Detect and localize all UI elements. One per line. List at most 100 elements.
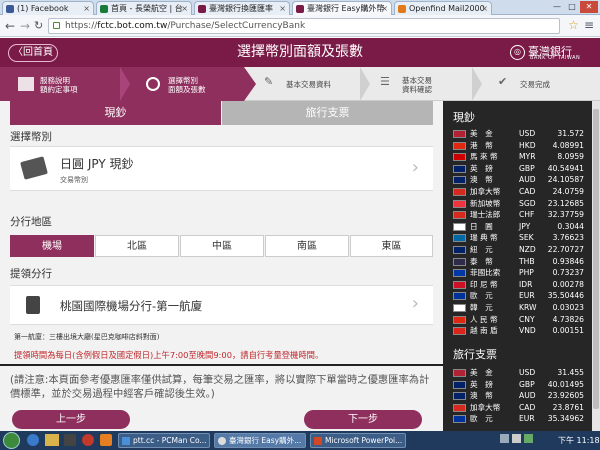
browser-tab-rates[interactable]: 臺灣銀行換匯匯率 × bbox=[194, 1, 290, 15]
facebook-icon bbox=[6, 5, 14, 13]
volume-icon[interactable] bbox=[512, 434, 521, 443]
rate-value: 32.37759 bbox=[547, 210, 584, 220]
region-airport[interactable]: 機場 bbox=[10, 235, 94, 257]
flag-icon bbox=[453, 304, 466, 312]
currency-sub-label: 交易幣別 bbox=[60, 176, 88, 184]
currency-name: 韓 元 bbox=[470, 303, 493, 312]
tab-label: 首頁 - 長榮航空 | 台 bbox=[111, 4, 183, 13]
media-icon[interactable] bbox=[64, 434, 76, 446]
rate-value: 0.00151 bbox=[552, 326, 584, 336]
close-tab-icon[interactable]: × bbox=[83, 2, 90, 15]
close-tab-icon[interactable]: × bbox=[181, 2, 188, 15]
step-basic: ✎ 基本交易資料 bbox=[264, 67, 360, 101]
rate-value: 40.54941 bbox=[547, 163, 584, 173]
close-tab-icon[interactable]: × bbox=[481, 2, 488, 15]
tab-label: 臺灣銀行換匯匯率 bbox=[209, 4, 273, 13]
browser-tab-facebook[interactable]: (1) Facebook × bbox=[2, 1, 94, 15]
browser-tab-mail[interactable]: Openfind Mail2000 × bbox=[394, 1, 492, 15]
start-button[interactable] bbox=[3, 432, 20, 449]
minimize-button[interactable]: — bbox=[550, 1, 564, 13]
currency-name: 港 幣 bbox=[470, 140, 493, 150]
pcman-icon bbox=[122, 437, 130, 445]
url-input[interactable]: https://fctc.bot.com.tw/Purchase/SelectC… bbox=[48, 18, 560, 34]
browser-tab-easy[interactable]: 臺灣銀行 Easy購外幣 × bbox=[292, 1, 392, 15]
rate-value: 23.92605 bbox=[547, 391, 584, 401]
scrollbar-thumb[interactable] bbox=[593, 109, 599, 409]
flag-icon bbox=[453, 141, 466, 150]
region-east[interactable]: 東區 bbox=[350, 235, 433, 257]
rate-value: 0.93846 bbox=[552, 256, 584, 266]
currency-name: 加拿大幣 bbox=[470, 402, 501, 412]
rate-row: 菲國比索 PHP 0.73237 bbox=[443, 267, 592, 279]
taskbar-label: ptt.cc - PCMan Co... bbox=[133, 436, 207, 445]
check-icon: ✔ bbox=[498, 75, 508, 88]
rate-row: 加拿大幣 CAD 23.8761 bbox=[443, 402, 592, 414]
tray-icon[interactable] bbox=[524, 434, 533, 443]
branch-selector[interactable]: 桃園國際機場分行-第一航廈 › bbox=[10, 285, 433, 325]
currency-name: 菲國比索 bbox=[470, 268, 501, 278]
taskbar-item-pcman[interactable]: ptt.cc - PCMan Co... bbox=[118, 433, 210, 448]
rate-value: 40.01495 bbox=[547, 379, 584, 389]
currency-name: 美 金 bbox=[470, 368, 493, 377]
currency-selector[interactable]: 日圓 JPY 現鈔 交易幣別 › bbox=[10, 146, 433, 191]
close-tab-icon[interactable]: × bbox=[279, 2, 286, 15]
currency-name: 日 圓 bbox=[470, 221, 493, 231]
currency-name: 美 金 bbox=[470, 129, 493, 138]
folder-icon[interactable] bbox=[45, 434, 59, 446]
taskbar-item-browser[interactable]: 臺灣銀行 Easy購外... bbox=[214, 433, 306, 448]
rate-row: 泰 幣 THB 0.93846 bbox=[443, 256, 592, 268]
rate-row: 美 金 USD 31.572 bbox=[443, 128, 592, 140]
back-icon[interactable]: ← bbox=[5, 19, 15, 33]
previous-step-button[interactable]: 上一步 bbox=[12, 410, 130, 429]
rate-row: 歐 元 EUR 35.34962 bbox=[443, 413, 592, 425]
step-label: 資料確認 bbox=[402, 85, 432, 94]
app-icon[interactable] bbox=[100, 434, 112, 446]
region-south[interactable]: 南區 bbox=[265, 235, 349, 257]
flag-icon bbox=[453, 257, 466, 266]
currency-name: 馬 來 幣 bbox=[470, 152, 498, 162]
step-divider bbox=[360, 67, 370, 101]
rate-value: 31.572 bbox=[557, 129, 584, 138]
rate-value: 23.12685 bbox=[547, 198, 584, 208]
currency-name: 澳 幣 bbox=[470, 175, 493, 185]
tab-cash[interactable]: 現鈔 bbox=[10, 101, 221, 125]
close-window-button[interactable]: ✕ bbox=[580, 1, 598, 13]
browser-tab-evaair[interactable]: 首頁 - 長榮航空 | 台 × bbox=[96, 1, 192, 15]
rate-value: 22.70727 bbox=[547, 245, 584, 254]
flag-icon bbox=[453, 211, 466, 220]
home-button[interactable]: 〈回首頁 bbox=[8, 44, 58, 62]
ie-icon[interactable] bbox=[27, 434, 39, 446]
bot-icon bbox=[296, 5, 304, 13]
currency-code: PHP bbox=[519, 268, 534, 278]
taskbar-item-powerpoint[interactable]: Microsoft PowerPoi... bbox=[310, 433, 406, 448]
rate-value: 0.03023 bbox=[552, 303, 584, 312]
region-north[interactable]: 北區 bbox=[95, 235, 179, 257]
region-central[interactable]: 中區 bbox=[180, 235, 264, 257]
currency-code: SGD bbox=[519, 198, 536, 208]
maximize-button[interactable]: □ bbox=[565, 1, 579, 13]
tab-travelers-cheque[interactable]: 旅行支票 bbox=[222, 101, 433, 125]
rate-row: 英 鎊 GBP 40.54941 bbox=[443, 163, 592, 175]
app-icon[interactable] bbox=[82, 434, 94, 446]
rate-row: 紐 元 NZD 22.70727 bbox=[443, 244, 592, 256]
rate-row: 瑞士法郎 CHF 32.37759 bbox=[443, 209, 592, 221]
step-currency: 選擇幣別 面額及張數 bbox=[146, 67, 242, 101]
next-step-button[interactable]: 下一步 bbox=[304, 410, 422, 429]
step-label: 交易完成 bbox=[520, 80, 550, 89]
rate-row: 印 尼 幣 IDR 0.00278 bbox=[443, 279, 592, 291]
star-icon[interactable]: ☆ bbox=[568, 18, 579, 32]
lock-icon bbox=[53, 22, 60, 29]
bank-logo-icon: ◎ bbox=[510, 45, 525, 60]
currency-code: CHF bbox=[519, 210, 535, 220]
close-tab-icon[interactable]: × bbox=[381, 2, 388, 15]
menu-icon[interactable]: ≡ bbox=[584, 18, 594, 32]
forward-icon[interactable]: → bbox=[20, 19, 30, 33]
page-scrollbar[interactable] bbox=[592, 101, 600, 431]
cash-icon bbox=[20, 156, 48, 180]
flag-icon bbox=[453, 315, 466, 324]
network-icon[interactable] bbox=[500, 434, 509, 443]
divider bbox=[0, 364, 443, 366]
flag-icon bbox=[453, 327, 466, 336]
rate-row: 美 金 USD 31.455 bbox=[443, 367, 592, 379]
reload-icon[interactable]: ↻ bbox=[34, 19, 43, 32]
